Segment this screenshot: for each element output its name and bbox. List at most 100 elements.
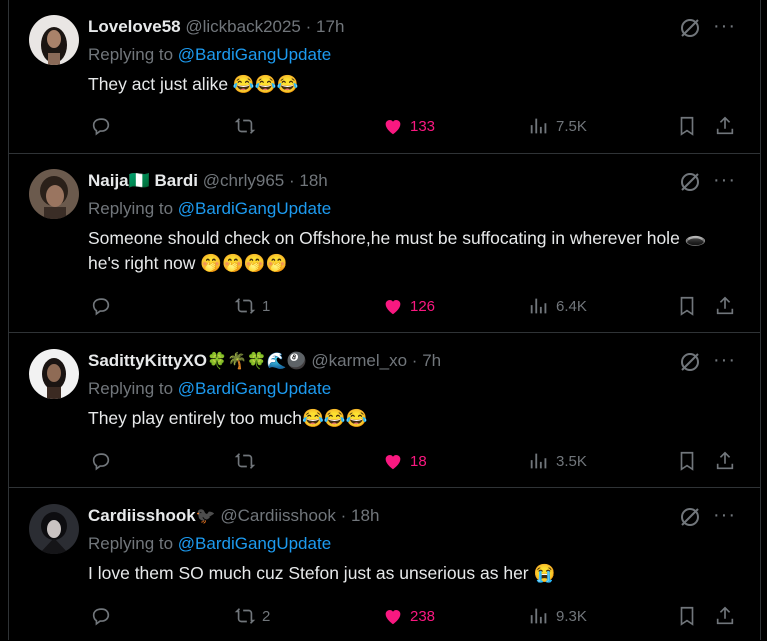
heart-icon xyxy=(385,120,401,135)
reply-icon xyxy=(92,298,110,316)
action-bar: 133 7.5K xyxy=(88,114,748,138)
avatar[interactable] xyxy=(29,15,79,65)
replying-to: Replying to @BardiGangUpdate xyxy=(88,533,331,555)
share-button[interactable] xyxy=(714,114,736,138)
timestamp[interactable]: 17h xyxy=(316,17,344,36)
reply-text: I love them SO much cuz Stefon just as u… xyxy=(88,563,556,583)
retweet-button[interactable]: 1 xyxy=(234,294,270,318)
share-icon xyxy=(716,116,734,135)
action-bar: 18 3.5K xyxy=(88,449,748,473)
replying-to: Replying to @BardiGangUpdate xyxy=(88,44,331,66)
reply-icon xyxy=(92,118,110,136)
views-count: 3.5K xyxy=(556,452,587,470)
retweet-count: 2 xyxy=(262,607,271,625)
reply-button[interactable] xyxy=(90,114,112,138)
user-handle[interactable]: @lickback2025 xyxy=(185,17,301,36)
bookmark-button[interactable] xyxy=(676,449,698,473)
reply-item[interactable]: Cardiisshook🐦‍⬛ @Cardiisshook · 18h ··· … xyxy=(9,489,760,641)
replying-prefix: Replying to xyxy=(88,534,174,553)
separator-dot: · xyxy=(340,506,347,525)
more-options-icon[interactable]: ··· xyxy=(713,14,736,38)
retweet-button[interactable] xyxy=(234,449,262,473)
views-icon xyxy=(530,453,547,469)
reply-button[interactable] xyxy=(90,294,112,318)
like-button[interactable]: 238 xyxy=(382,604,435,628)
reply-header: SadittyKittyXO🍀🌴🍀🌊🎱 @karmel_xo · 7h xyxy=(88,350,441,373)
views-icon xyxy=(530,608,547,624)
display-name[interactable]: SadittyKittyXO xyxy=(88,351,207,370)
mention-link[interactable]: @BardiGangUpdate xyxy=(178,45,331,64)
timestamp[interactable]: 7h xyxy=(422,351,441,370)
timestamp[interactable]: 18h xyxy=(299,171,327,190)
user-handle[interactable]: @karmel_xo xyxy=(311,351,407,370)
separator-dot: · xyxy=(305,17,312,36)
reply-header: Lovelove58 @lickback2025 · 17h xyxy=(88,16,344,38)
separator-dot: · xyxy=(411,351,418,370)
display-name[interactable]: Lovelove58 xyxy=(88,17,181,36)
views-button[interactable]: 3.5K xyxy=(528,449,587,473)
retweet-icon xyxy=(234,453,256,469)
replies-timeline: Lovelove58 @lickback2025 · 17h ··· Reply… xyxy=(8,0,761,640)
share-icon xyxy=(716,606,734,625)
retweet-icon xyxy=(234,118,256,134)
bookmark-button[interactable] xyxy=(676,604,698,628)
more-options-icon[interactable]: ··· xyxy=(713,168,736,192)
share-button[interactable] xyxy=(714,604,736,628)
bookmark-icon xyxy=(680,296,694,316)
bookmark-button[interactable] xyxy=(676,114,698,138)
reply-text: They play entirely too much😂😂😂 xyxy=(88,408,368,428)
share-button[interactable] xyxy=(714,294,736,318)
more-options-icon[interactable]: ··· xyxy=(713,503,736,527)
mention-link[interactable]: @BardiGangUpdate xyxy=(178,534,331,553)
reply-icon xyxy=(92,608,110,626)
views-button[interactable]: 9.3K xyxy=(528,604,587,628)
share-button[interactable] xyxy=(714,449,736,473)
like-button[interactable]: 18 xyxy=(382,449,427,473)
share-icon xyxy=(716,296,734,315)
reply-item[interactable]: Naija🇳🇬 Bardi @chrly965 · 18h ··· Replyi… xyxy=(9,154,760,333)
bookmark-button[interactable] xyxy=(676,294,698,318)
retweet-button[interactable]: 2 xyxy=(234,604,270,628)
replying-to: Replying to @BardiGangUpdate xyxy=(88,378,331,400)
more-options-icon[interactable]: ··· xyxy=(713,348,736,372)
like-count: 133 xyxy=(410,117,436,135)
reply-button[interactable] xyxy=(90,449,112,473)
avatar[interactable] xyxy=(29,169,79,219)
grok-icon[interactable] xyxy=(678,16,702,40)
replying-to: Replying to @BardiGangUpdate xyxy=(88,198,331,220)
mention-link[interactable]: @BardiGangUpdate xyxy=(178,379,331,398)
like-button[interactable]: 133 xyxy=(382,114,435,138)
grok-icon[interactable] xyxy=(678,170,702,194)
replying-prefix: Replying to xyxy=(88,379,174,398)
grok-icon[interactable] xyxy=(678,505,702,529)
mention-link[interactable]: @BardiGangUpdate xyxy=(178,199,331,218)
user-handle[interactable]: @Cardiisshook xyxy=(220,506,336,525)
heart-icon xyxy=(385,455,401,470)
like-count: 18 xyxy=(410,452,427,470)
like-button[interactable]: 126 xyxy=(382,294,435,318)
reply-item[interactable]: Lovelove58 @lickback2025 · 17h ··· Reply… xyxy=(9,0,760,154)
reply-button[interactable] xyxy=(90,604,112,628)
grok-icon[interactable] xyxy=(678,350,702,374)
avatar[interactable] xyxy=(29,504,79,554)
timestamp[interactable]: 18h xyxy=(351,506,379,525)
action-bar: 2 238 9.3K xyxy=(88,604,748,628)
views-button[interactable]: 7.5K xyxy=(528,114,587,138)
name-emoji: 🐦‍⬛ xyxy=(195,508,216,525)
reply-text: Someone should check on Offshore,he must… xyxy=(88,228,707,273)
views-count: 7.5K xyxy=(556,117,587,135)
retweet-icon xyxy=(234,608,256,624)
replying-prefix: Replying to xyxy=(88,45,174,64)
reply-item[interactable]: SadittyKittyXO🍀🌴🍀🌊🎱 @karmel_xo · 7h ··· … xyxy=(9,334,760,488)
views-button[interactable]: 6.4K xyxy=(528,294,587,318)
avatar[interactable] xyxy=(29,349,79,399)
user-handle[interactable]: @chrly965 xyxy=(203,171,285,190)
reply-header: Naija🇳🇬 Bardi @chrly965 · 18h xyxy=(88,170,328,192)
reply-text: They act just alike 😂😂😂 xyxy=(88,74,299,94)
display-name[interactable]: Cardiisshook xyxy=(88,506,196,525)
display-name[interactable]: Naija🇳🇬 Bardi xyxy=(88,171,198,190)
views-icon xyxy=(530,298,547,314)
share-icon xyxy=(716,451,734,470)
retweet-button[interactable] xyxy=(234,114,262,138)
bookmark-icon xyxy=(680,116,694,136)
